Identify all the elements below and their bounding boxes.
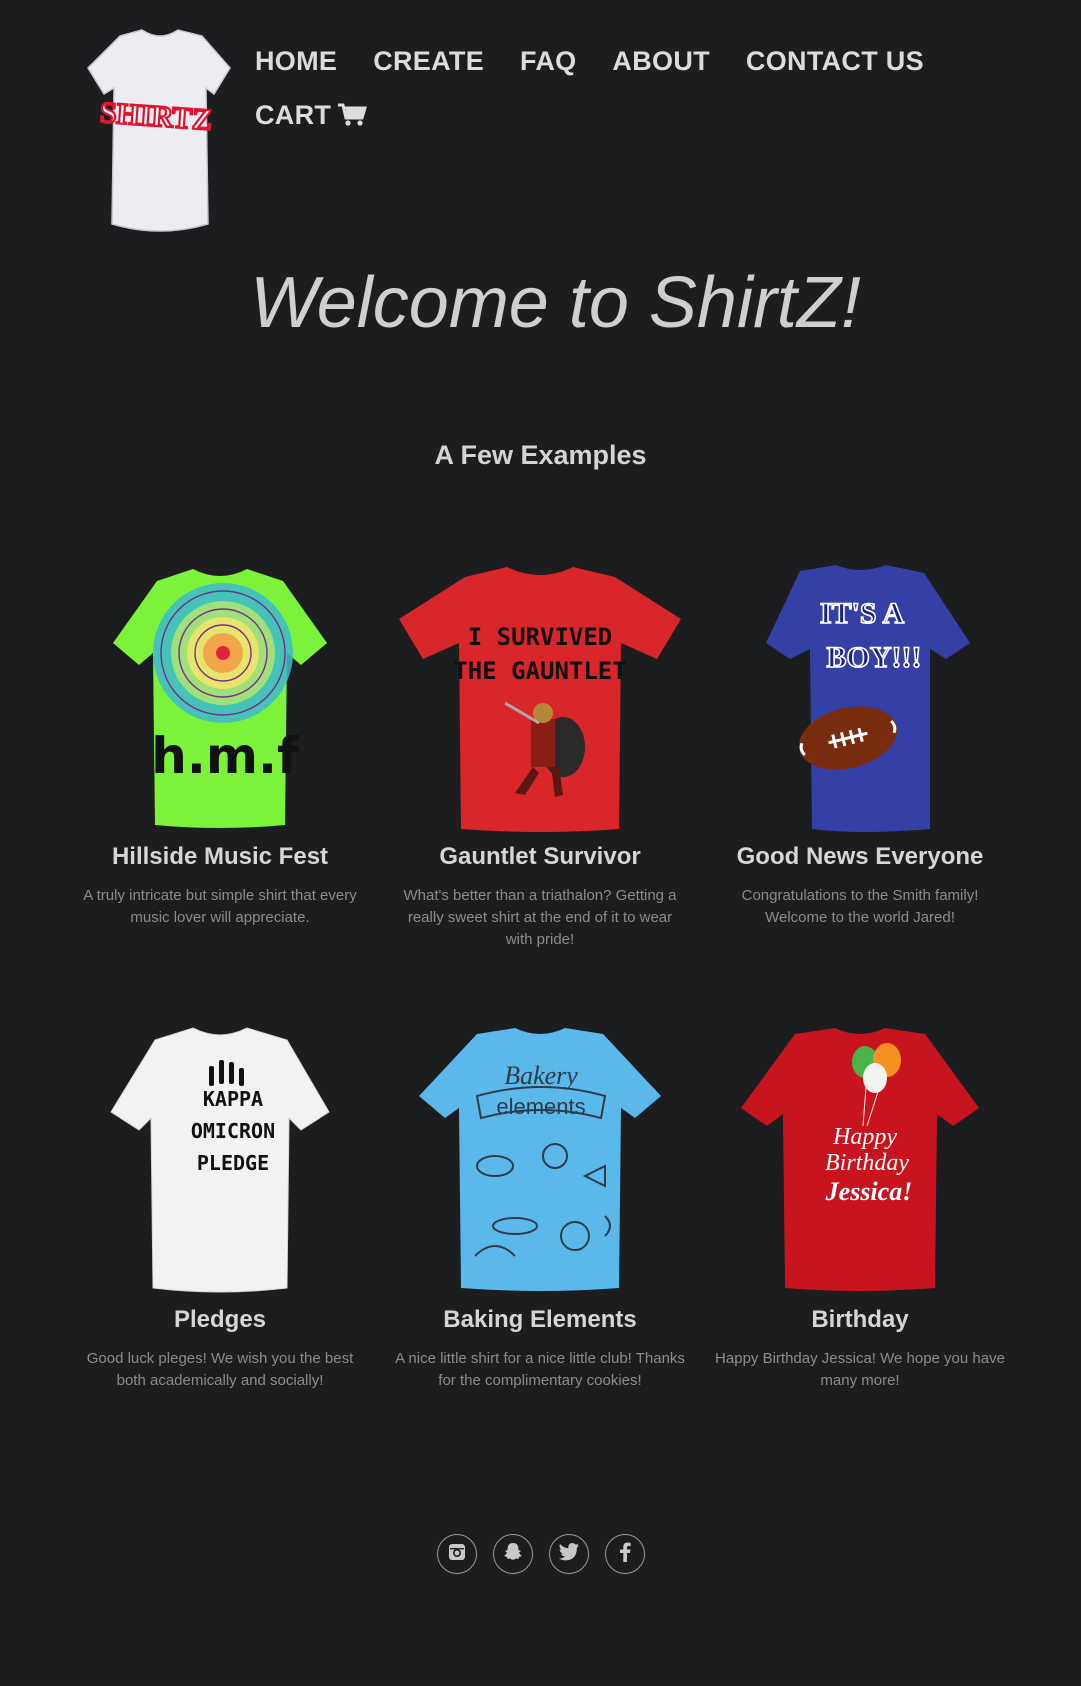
snapchat-icon — [502, 1541, 524, 1568]
snapchat-link[interactable] — [492, 1534, 533, 1574]
card-title: Good News Everyone — [736, 843, 984, 870]
example-card[interactable]: KAPPA OMICRON PLEDGE Pledges Good luck p… — [70, 1016, 370, 1392]
card-title: Pledges — [173, 1306, 267, 1333]
card-title: Hillside Music Fest — [111, 843, 329, 870]
nav-cart[interactable]: CART — [255, 99, 368, 131]
card-description: A nice little shirt for a nice little cl… — [395, 1350, 685, 1389]
card-title: Birthday — [811, 1306, 909, 1333]
card-title: Baking Elements — [443, 1306, 637, 1333]
shirt-image: Bakery elements — [419, 1028, 661, 1291]
svg-text:OMICRON: OMICRON — [191, 1119, 275, 1143]
nav-about[interactable]: ABOUT — [612, 46, 710, 77]
facebook-icon — [619, 1542, 631, 1567]
cart-label: CART — [255, 99, 332, 130]
twitter-link[interactable] — [548, 1534, 589, 1574]
nav-faq[interactable]: FAQ — [520, 46, 576, 77]
svg-text:KAPPA: KAPPA — [203, 1087, 263, 1111]
svg-text:elements: elements — [496, 1094, 585, 1119]
facebook-link[interactable] — [604, 1534, 645, 1574]
example-card[interactable]: IT'S A BOY!!! Good News Everyone Congrat… — [710, 553, 1010, 929]
example-card[interactable]: Happy Birthday Jessica! Birthday Happy B… — [710, 1016, 1010, 1392]
instagram-icon — [447, 1542, 467, 1567]
svg-text:Happy: Happy — [832, 1124, 897, 1150]
svg-text:THE GAUNTLET: THE GAUNTLET — [453, 657, 626, 685]
hero-title: Welcome to ShirtZ! — [250, 263, 861, 343]
nav-contact[interactable]: CONTACT US — [746, 46, 924, 77]
card-description: Good luck pleges! We wish you the best b… — [86, 1350, 354, 1389]
card-description: What's better than a triathalon? Getting… — [403, 887, 677, 948]
logo[interactable]: SHIRTZ — [80, 28, 240, 240]
svg-text:Bakery: Bakery — [504, 1061, 578, 1090]
svg-text:Birthday: Birthday — [825, 1150, 909, 1176]
social-links — [0, 1534, 1081, 1574]
example-card[interactable]: I SURVIVED THE GAUNTLET Gauntlet Survivo… — [390, 553, 690, 951]
svg-text:Jessica!: Jessica! — [825, 1177, 913, 1206]
shopping-cart-icon — [337, 102, 368, 128]
svg-text:PLEDGE: PLEDGE — [197, 1151, 269, 1175]
shirt-image: h.m.f — [113, 569, 327, 828]
twitter-icon — [558, 1542, 580, 1567]
svg-text:IT'S A: IT'S A — [820, 597, 905, 630]
example-card[interactable]: Bakery elements Baking Elements A nice l… — [390, 1016, 690, 1392]
svg-text:BOY!!!: BOY!!! — [827, 641, 922, 674]
card-description: A truly intricate but simple shirt that … — [83, 887, 357, 926]
card-description: Happy Birthday Jessica! We hope you have… — [715, 1350, 1005, 1389]
shirt-print-text: h.m.f — [151, 727, 300, 785]
shirt-image: I SURVIVED THE GAUNTLET — [399, 567, 681, 832]
shirt-image: IT'S A BOY!!! — [766, 565, 970, 832]
svg-text:I SURVIVED: I SURVIVED — [468, 623, 613, 651]
shirt-image: Happy Birthday Jessica! — [741, 1028, 979, 1291]
instagram-link[interactable] — [436, 1534, 477, 1574]
examples-title: A Few Examples — [434, 440, 647, 470]
card-title: Gauntlet Survivor — [439, 843, 641, 870]
card-description: Congratulations to the Smith family! Wel… — [741, 887, 979, 926]
shirt-image: KAPPA OMICRON PLEDGE — [110, 1027, 330, 1293]
nav-create[interactable]: CREATE — [373, 46, 484, 77]
main-nav: HOME CREATE FAQ ABOUT CONTACT US CART — [255, 34, 955, 142]
nav-home[interactable]: HOME — [255, 46, 337, 77]
example-card[interactable]: h.m.f Hillside Music Fest A truly intric… — [70, 553, 370, 929]
